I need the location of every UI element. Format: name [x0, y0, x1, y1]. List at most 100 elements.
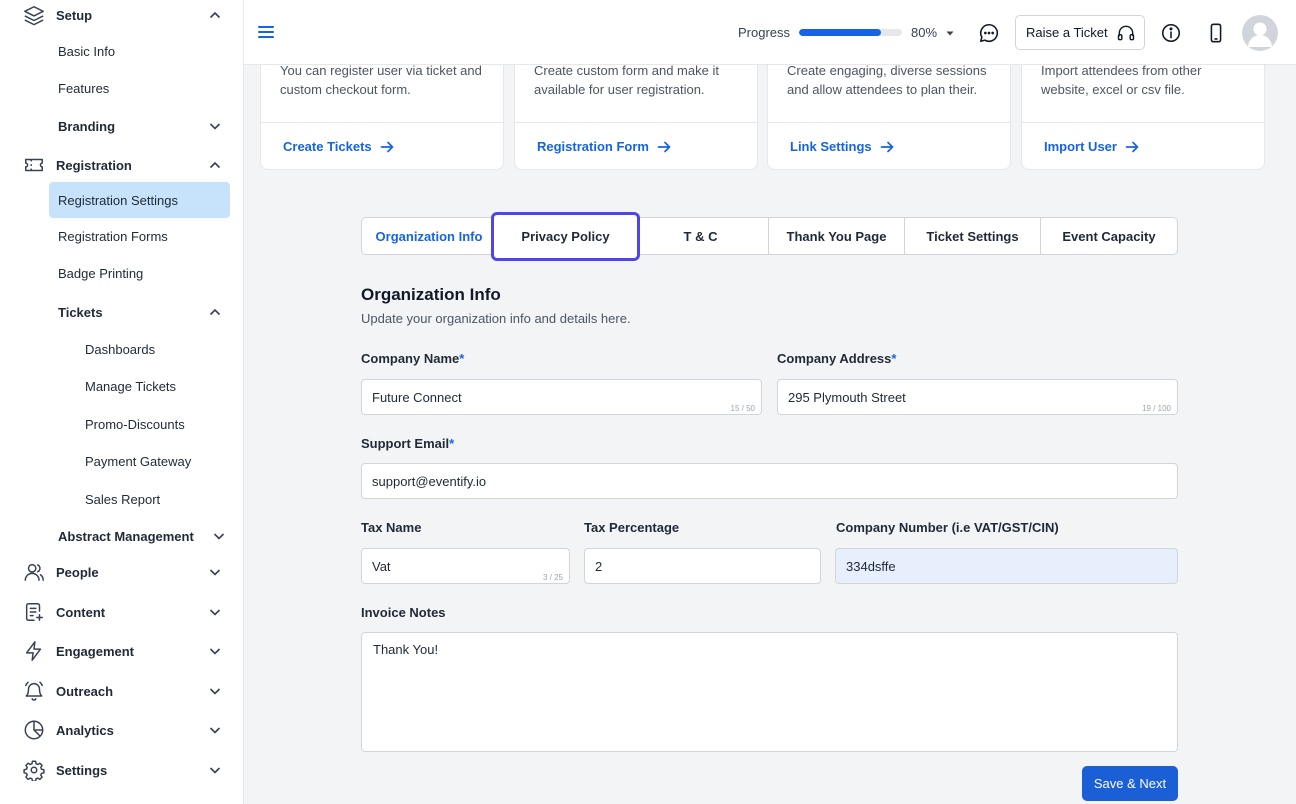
chat-icon[interactable]: [978, 22, 1000, 44]
document-edit-icon: [22, 600, 46, 624]
info-icon[interactable]: [1160, 22, 1182, 44]
invoice-notes-label: Invoice Notes: [361, 605, 446, 620]
tab-tc[interactable]: T & C: [633, 218, 769, 254]
nav-item-branding[interactable]: Branding: [58, 108, 222, 144]
nav-item-features-label: Features: [58, 80, 110, 96]
section-title: Organization Info: [361, 285, 501, 304]
divider: [768, 122, 1010, 123]
nav-section-people-label: People: [56, 564, 99, 580]
chevron-up-icon: [208, 158, 222, 172]
company-name-label-text: Company Name: [361, 351, 460, 366]
lightning-icon: [22, 639, 46, 663]
tab-ticket-settings-label: Ticket Settings: [926, 228, 1019, 244]
character-counter: 19 / 100: [1142, 404, 1171, 413]
nav-section-content-label: Content: [56, 604, 106, 620]
nav-item-sales-report[interactable]: Sales Report: [85, 481, 225, 517]
create-tickets-link[interactable]: Create Tickets: [283, 139, 394, 154]
tab-organization-info[interactable]: Organization Info: [362, 218, 497, 254]
chevron-down-icon: [208, 119, 222, 133]
card-tickets: You can register user via ticket and cus…: [260, 52, 504, 170]
users-icon: [22, 560, 46, 584]
nav-section-engagement-label: Engagement: [56, 643, 135, 659]
nav-section-registration[interactable]: Registration: [22, 147, 222, 183]
mobile-phone-icon[interactable]: [1205, 22, 1227, 44]
import-user-link-label: Import User: [1044, 139, 1117, 154]
chevron-down-icon: [208, 644, 222, 658]
tax-name-input[interactable]: Vat 3 / 25: [361, 548, 570, 584]
nav-section-setup[interactable]: Setup: [22, 0, 222, 33]
registration-form-link[interactable]: Registration Form: [537, 139, 671, 154]
chevron-down-icon: [208, 763, 222, 777]
invoice-notes-textarea[interactable]: Thank You!: [361, 632, 1178, 752]
nav-section-engagement[interactable]: Engagement: [22, 633, 222, 669]
nav-section-analytics[interactable]: Analytics: [22, 712, 222, 748]
nav-item-badge-printing[interactable]: Badge Printing: [58, 255, 222, 291]
nav-item-tickets[interactable]: Tickets: [58, 294, 222, 330]
raise-ticket-button[interactable]: Raise a Ticket: [1015, 15, 1145, 50]
nav-section-settings-label: Settings: [56, 762, 108, 778]
chevron-down-icon: [208, 723, 222, 737]
tax-percentage-input[interactable]: 2: [584, 548, 821, 584]
pie-chart-icon: [22, 718, 46, 742]
tab-privacy-policy-label: Privacy Policy: [521, 229, 610, 244]
ticket-icon: [22, 153, 46, 177]
tax-percentage-label: Tax Percentage: [584, 520, 680, 535]
nav-item-manage-tickets[interactable]: Manage Tickets: [85, 368, 225, 404]
company-address-input[interactable]: 295 Plymouth Street 19 / 100: [777, 379, 1178, 415]
nav-section-content[interactable]: Content: [22, 594, 222, 630]
nav-section-setup-label: Setup: [56, 7, 93, 23]
tab-ticket-settings[interactable]: Ticket Settings: [905, 218, 1041, 254]
arrow-right-icon: [380, 141, 394, 152]
divider: [1022, 122, 1264, 123]
nav-item-promo-discounts[interactable]: Promo-Discounts: [85, 406, 225, 442]
nav-section-settings[interactable]: Settings: [22, 752, 222, 788]
nav-item-payment-gateway[interactable]: Payment Gateway: [85, 443, 225, 479]
link-settings-link[interactable]: Link Settings: [790, 139, 894, 154]
nav-item-tickets-label: Tickets: [58, 304, 103, 320]
support-email-input[interactable]: support@eventify.io: [361, 463, 1178, 499]
character-counter: 15 / 50: [730, 404, 755, 413]
nav-item-registration-settings[interactable]: Registration Settings: [58, 182, 222, 218]
progress-percentage: 80%: [911, 25, 938, 40]
tab-privacy-policy[interactable]: Privacy Policy: [491, 212, 640, 261]
chevron-down-icon: [208, 684, 222, 698]
support-email-value: support@eventify.io: [372, 473, 487, 489]
nav-item-registration-forms[interactable]: Registration Forms: [58, 218, 222, 254]
company-name-input[interactable]: Future Connect 15 / 50: [361, 379, 762, 415]
tab-event-capacity[interactable]: Event Capacity: [1041, 218, 1177, 254]
tab-event-capacity-label: Event Capacity: [1062, 228, 1156, 244]
layers-icon: [22, 3, 46, 27]
arrow-right-icon: [657, 141, 671, 152]
nav-item-badge-printing-label: Badge Printing: [58, 265, 144, 281]
nav-item-basic-info[interactable]: Basic Info: [58, 33, 222, 69]
tab-organization-info-label: Organization Info: [375, 228, 483, 244]
sidebar: Setup Basic Info Features Branding Regis…: [0, 0, 244, 804]
divider: [515, 122, 757, 123]
hamburger-menu-icon[interactable]: [256, 22, 276, 42]
nav-item-dashboards[interactable]: Dashboards: [85, 331, 225, 367]
arrow-right-icon: [1125, 141, 1139, 152]
card-import-user: Import attendees from other website, exc…: [1021, 52, 1265, 170]
caret-down-icon[interactable]: [944, 27, 956, 39]
card-description: Create engaging, diverse sessions and al…: [787, 63, 987, 97]
nav-item-abstract-management[interactable]: Abstract Management: [58, 518, 225, 554]
chevron-down-icon: [212, 529, 226, 543]
tax-name-value: Vat: [372, 558, 391, 574]
company-number-value: 334dsffe: [846, 558, 896, 574]
tax-name-label: Tax Name: [361, 520, 422, 535]
import-user-link[interactable]: Import User: [1044, 139, 1139, 154]
progress-bar: [799, 29, 902, 36]
link-settings-link-label: Link Settings: [790, 139, 872, 154]
chevron-down-icon: [208, 565, 222, 579]
nav-section-outreach[interactable]: Outreach: [22, 673, 222, 709]
save-next-button[interactable]: Save & Next: [1082, 766, 1178, 801]
avatar[interactable]: [1242, 15, 1278, 51]
gear-icon: [22, 758, 46, 782]
tab-thank-you-page[interactable]: Thank You Page: [769, 218, 905, 254]
company-number-input[interactable]: 334dsffe: [835, 548, 1178, 584]
support-email-label: Support Email*: [361, 436, 454, 451]
nav-section-people[interactable]: People: [22, 554, 222, 590]
nav-item-features[interactable]: Features: [58, 70, 222, 106]
card-description: Create custom form and make it available…: [534, 63, 719, 97]
nav-section-registration-label: Registration: [56, 157, 132, 173]
